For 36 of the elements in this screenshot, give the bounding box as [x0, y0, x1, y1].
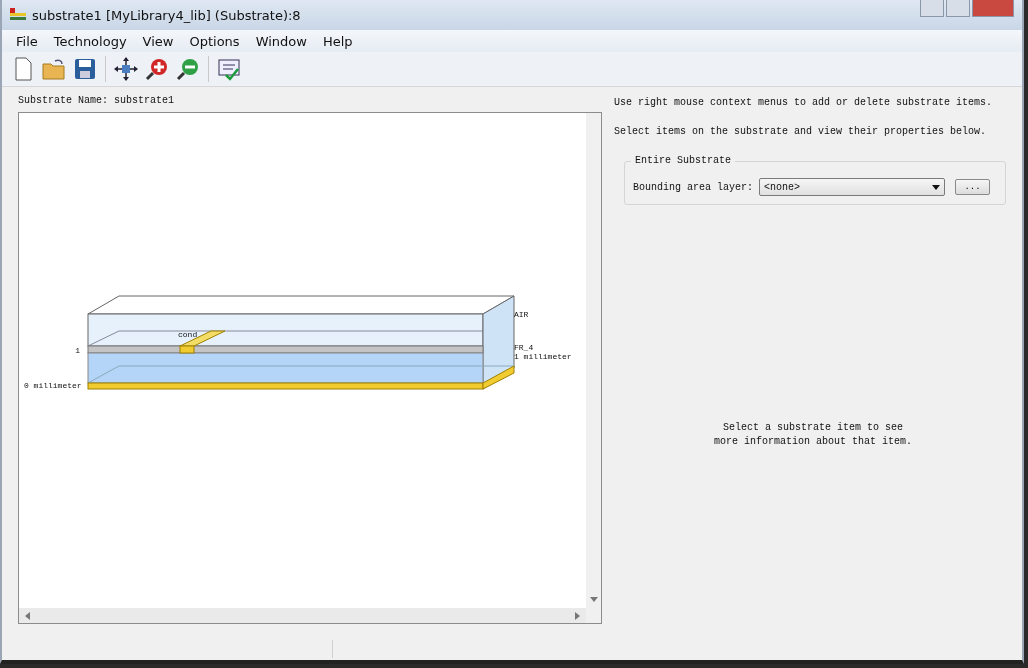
move-arrows-icon[interactable] [114, 57, 138, 81]
substrate-name-label: Substrate Name: [18, 95, 108, 106]
substrate-name-value: substrate1 [114, 95, 175, 106]
menu-item[interactable]: View [134, 33, 182, 49]
layer-label: FR_4 [514, 343, 534, 352]
field-label: Bounding area layer: [633, 181, 754, 193]
menu-item[interactable]: Window [247, 33, 315, 49]
conductor-label: cond [178, 330, 198, 339]
hint-text: Select items on the substrate and view their properties below. [614, 126, 988, 137]
menu-item[interactable]: Options [181, 33, 248, 49]
menu-item[interactable]: File [8, 33, 46, 49]
hint-text: Use right mouse context menus to add or delete substrate items. [614, 97, 994, 108]
dimension-label: 1 [75, 346, 80, 355]
app-icon [10, 8, 26, 22]
check-document-icon[interactable] [218, 59, 240, 81]
window-title: substrate1 [MyLibrary4_lib] (Substrate):8 [32, 7, 301, 23]
dropdown-arrow-icon[interactable] [932, 184, 941, 190]
save-icon[interactable] [75, 59, 95, 79]
group-title: Entire Substrate [631, 155, 735, 166]
scroll-down-arrow-icon[interactable] [589, 597, 598, 602]
maximize-button[interactable] [946, 0, 970, 17]
new-document-icon[interactable] [15, 57, 32, 81]
dimension-label: 0 millimeter [24, 381, 82, 390]
info-text: Select a substrate item to see more information about that item. [712, 421, 913, 449]
scroll-right-arrow-icon[interactable] [575, 611, 580, 620]
menu-item[interactable]: Help [314, 33, 361, 49]
dimension-label: 1 millimeter [514, 352, 572, 361]
zoom-out-icon[interactable] [176, 59, 198, 81]
menu-item[interactable]: Technology [45, 33, 135, 49]
minimize-button[interactable] [920, 0, 944, 17]
layer-label: AIR [514, 310, 529, 319]
browse-button[interactable]: ... [955, 179, 991, 195]
layer-dropdown[interactable]: <none> [759, 178, 946, 196]
zoom-in-icon[interactable] [145, 59, 167, 81]
scroll-left-arrow-icon[interactable] [25, 611, 30, 620]
folder-icon[interactable] [42, 59, 65, 80]
